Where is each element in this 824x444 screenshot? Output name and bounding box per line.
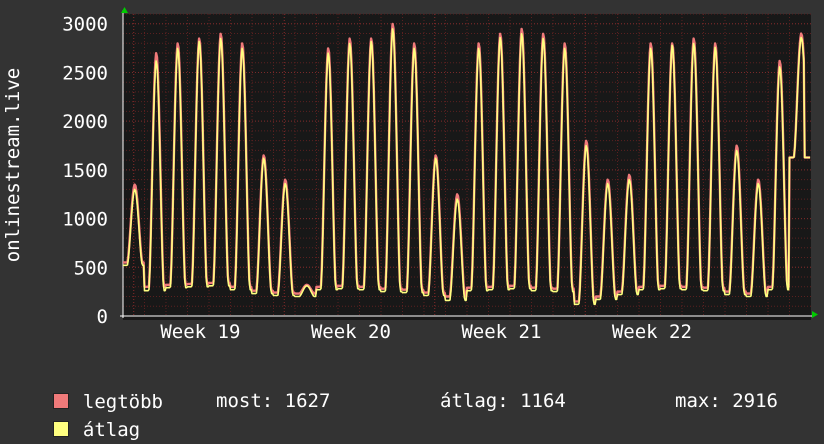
x-tick-label: Week 21 xyxy=(461,321,541,343)
stat-atlag: átlag: 1164 xyxy=(440,390,566,412)
legend-label-atlag: átlag xyxy=(82,419,141,441)
y-tick-label: 500 xyxy=(74,257,108,279)
legend-item-atlag: átlag xyxy=(30,388,140,444)
y-tick-label: 2000 xyxy=(62,111,108,133)
y-axis-label: onlinestream.live xyxy=(2,68,24,262)
y-axis-arrow-icon xyxy=(121,7,128,13)
x-tick-label: Week 19 xyxy=(160,321,240,343)
y-tick-label: 2500 xyxy=(62,62,108,84)
y-tick-label: 3000 xyxy=(62,14,108,36)
y-tick-label: 1500 xyxy=(62,160,108,182)
y-axis-ticks: 0 500 1000 1500 2000 2500 3000 xyxy=(62,14,108,328)
y-tick-label: 1000 xyxy=(62,209,108,231)
y-tick-label: 0 xyxy=(97,306,108,328)
x-tick-label: Week 20 xyxy=(311,321,391,343)
stat-max: max: 2916 xyxy=(675,390,778,412)
x-tick-label: Week 22 xyxy=(612,321,692,343)
x-axis-ticks: Week 19 Week 20 Week 21 Week 22 xyxy=(160,321,692,343)
legend-swatch-atlag xyxy=(52,421,69,437)
stat-most: most: 1627 xyxy=(216,390,331,412)
x-axis-arrow-icon xyxy=(812,311,818,318)
